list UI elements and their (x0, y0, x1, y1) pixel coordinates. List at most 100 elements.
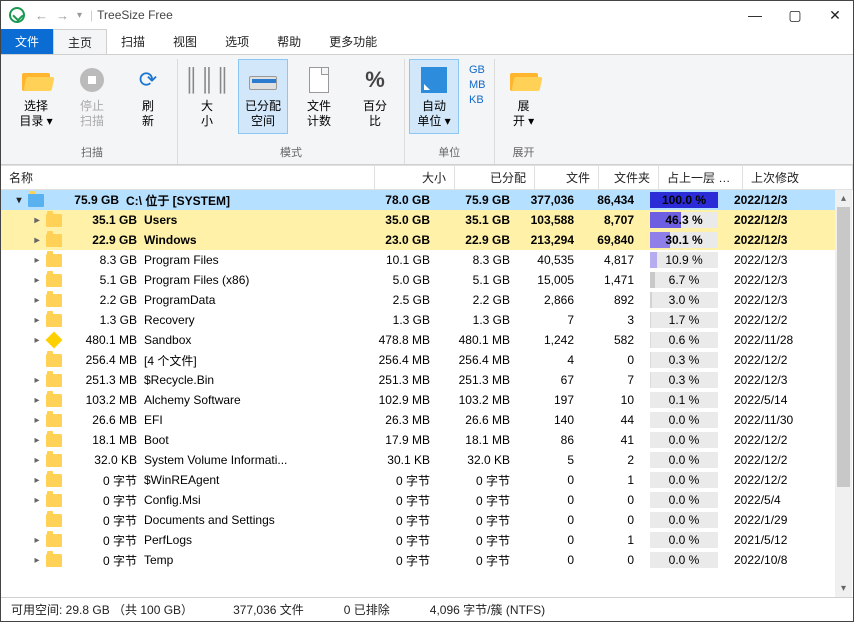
expand-caret-icon[interactable]: ▸ (31, 435, 43, 446)
minimize-button[interactable]: — (745, 7, 765, 24)
close-button[interactable]: ✕ (825, 7, 845, 24)
header-name[interactable]: 名称 (1, 166, 375, 189)
tree-row[interactable]: ▸8.3 GBProgram Files10.1 GB8.3 GB40,5354… (1, 250, 836, 270)
header-files[interactable]: 文件 (535, 166, 599, 189)
folder-open-icon (22, 69, 50, 91)
scroll-down-icon[interactable]: ▾ (835, 580, 852, 597)
row-size: 478.8 MB (358, 330, 438, 350)
folder-icon (46, 474, 62, 487)
dropdown-icon[interactable]: ▾ (73, 10, 86, 21)
unit-mb[interactable]: MB (465, 78, 490, 92)
tree-row[interactable]: ▸22.9 GBWindows23.0 GB22.9 GB213,29469,8… (1, 230, 836, 250)
ribbon: 选择目录 ▾ 停止扫描 ⟳刷新 扫描 ║║║大小 已分配空间 文件计数 %百分比… (1, 55, 853, 165)
tree-grid[interactable]: ▾75.9 GBC:\ 位于 [SYSTEM]78.0 GB75.9 GB377… (1, 190, 853, 597)
tree-row[interactable]: ▸32.0 KBSystem Volume Informati...30.1 K… (1, 450, 836, 470)
expand-caret-icon[interactable]: ▸ (31, 215, 43, 226)
expand-caret-icon[interactable]: ▸ (31, 395, 43, 406)
separator: | (90, 8, 93, 22)
tree-row[interactable]: ▸26.6 MBEFI26.3 MB26.6 MB140440.0 %2022/… (1, 410, 836, 430)
tab-home[interactable]: 主页 (53, 29, 107, 54)
tab-scan[interactable]: 扫描 (107, 29, 159, 54)
tab-more[interactable]: 更多功能 (315, 29, 391, 54)
header-date[interactable]: 上次修改 (743, 166, 853, 189)
tree-row[interactable]: ▾75.9 GBC:\ 位于 [SYSTEM]78.0 GB75.9 GB377… (1, 190, 836, 210)
row-date: 2022/12/3 (726, 250, 836, 270)
expand-caret-icon[interactable]: ▸ (31, 255, 43, 266)
expand-button[interactable]: 展开 ▾ (499, 59, 549, 134)
mode-allocated-button[interactable]: 已分配空间 (238, 59, 288, 134)
row-size: 1.3 GB (358, 310, 438, 330)
status-free-space: 可用空间: 29.8 GB （共 100 GB） (11, 601, 193, 618)
scrollbar-thumb[interactable] (837, 207, 850, 487)
tab-view[interactable]: 视图 (159, 29, 211, 54)
tab-options[interactable]: 选项 (211, 29, 263, 54)
unit-kb[interactable]: KB (465, 93, 490, 107)
expand-caret-icon[interactable]: ▸ (31, 475, 43, 486)
percent-bar: 46.3 % (650, 212, 718, 228)
tree-row[interactable]: ▸103.2 MBAlchemy Software102.9 MB103.2 M… (1, 390, 836, 410)
folder-icon (46, 374, 62, 387)
folder-icon (46, 254, 62, 267)
row-folders: 4,817 (582, 250, 642, 270)
expand-caret-icon[interactable]: ▸ (31, 555, 43, 566)
row-name: Config.Msi (144, 493, 201, 507)
tree-row[interactable]: ▸18.1 MBBoot17.9 MB18.1 MB86410.0 %2022/… (1, 430, 836, 450)
mode-percent-button[interactable]: %百分比 (350, 59, 400, 134)
row-name: System Volume Informati... (144, 453, 287, 467)
tree-row[interactable]: ▸0 字节$WinREAgent0 字节0 字节010.0 %2022/12/2 (1, 470, 836, 490)
tree-row[interactable]: 0 字节Documents and Settings0 字节0 字节000.0 … (1, 510, 836, 530)
row-folders: 0 (582, 350, 642, 370)
tree-row[interactable]: ▸5.1 GBProgram Files (x86)5.0 GB5.1 GB15… (1, 270, 836, 290)
tree-row[interactable]: 256.4 MB[4 个文件]256.4 MB256.4 MB400.3 %20… (1, 350, 836, 370)
expand-caret-icon[interactable]: ▸ (31, 455, 43, 466)
maximize-button[interactable]: ▢ (785, 7, 805, 24)
vertical-scrollbar[interactable]: ▴ ▾ (835, 190, 852, 597)
tree-row[interactable]: ▸251.3 MB$Recycle.Bin251.3 MB251.3 MB677… (1, 370, 836, 390)
percent-icon: % (359, 64, 391, 96)
expand-caret-icon[interactable]: ▸ (31, 335, 43, 346)
row-size-label: 26.6 MB (67, 413, 137, 427)
scroll-up-icon[interactable]: ▴ (835, 190, 852, 207)
row-alloc: 35.1 GB (438, 210, 518, 230)
expand-caret-icon[interactable]: ▸ (31, 415, 43, 426)
header-alloc[interactable]: 已分配 (455, 166, 535, 189)
tree-row[interactable]: ▸0 字节Temp0 字节0 字节000.0 %2022/10/8 (1, 550, 836, 570)
row-name: Recovery (144, 313, 195, 327)
refresh-button[interactable]: ⟳刷新 (123, 59, 173, 134)
stop-icon (80, 68, 104, 92)
expand-caret-icon[interactable]: ▸ (31, 315, 43, 326)
select-directory-button[interactable]: 选择目录 ▾ (11, 59, 61, 134)
tab-help[interactable]: 帮助 (263, 29, 315, 54)
auto-unit-button[interactable]: 自动单位 ▾ (409, 59, 459, 134)
row-date: 2022/12/3 (726, 270, 836, 290)
tree-row[interactable]: ▸1.3 GBRecovery1.3 GB1.3 GB731.7 %2022/1… (1, 310, 836, 330)
unit-gb[interactable]: GB (465, 63, 490, 77)
percent-bar: 0.3 % (650, 352, 718, 368)
expand-caret-icon[interactable]: ▸ (31, 235, 43, 246)
expand-caret-icon[interactable]: ▸ (31, 495, 43, 506)
percent-bar: 0.0 % (650, 552, 718, 568)
mode-filecount-button[interactable]: 文件计数 (294, 59, 344, 134)
tab-file[interactable]: 文件 (1, 29, 53, 54)
expand-caret-icon[interactable]: ▸ (31, 535, 43, 546)
row-date: 2022/12/2 (726, 310, 836, 330)
row-files: 15,005 (518, 270, 582, 290)
header-percent[interactable]: 占上一层 %... (659, 166, 743, 189)
tree-row[interactable]: ▸2.2 GBProgramData2.5 GB2.2 GB2,8668923.… (1, 290, 836, 310)
tree-row[interactable]: ▸480.1 MBSandbox478.8 MB480.1 MB1,242582… (1, 330, 836, 350)
folder-icon (46, 354, 62, 367)
expand-caret-icon[interactable]: ▾ (13, 195, 25, 206)
expand-caret-icon[interactable]: ▸ (31, 375, 43, 386)
back-arrow-icon[interactable]: ← (31, 8, 52, 23)
header-folders[interactable]: 文件夹 (599, 166, 659, 189)
expand-caret-icon[interactable]: ▸ (31, 295, 43, 306)
tree-row[interactable]: ▸0 字节PerfLogs0 字节0 字节010.0 %2021/5/12 (1, 530, 836, 550)
row-name: Program Files (x86) (144, 273, 249, 287)
status-excluded: 0 已排除 (344, 601, 390, 618)
tree-row[interactable]: ▸35.1 GBUsers35.0 GB35.1 GB103,5888,7074… (1, 210, 836, 230)
tree-row[interactable]: ▸0 字节Config.Msi0 字节0 字节000.0 %2022/5/4 (1, 490, 836, 510)
expand-caret-icon[interactable]: ▸ (31, 275, 43, 286)
forward-arrow-icon[interactable]: → (52, 8, 73, 23)
header-size[interactable]: 大小 (375, 166, 455, 189)
mode-size-button[interactable]: ║║║大小 (182, 59, 232, 134)
